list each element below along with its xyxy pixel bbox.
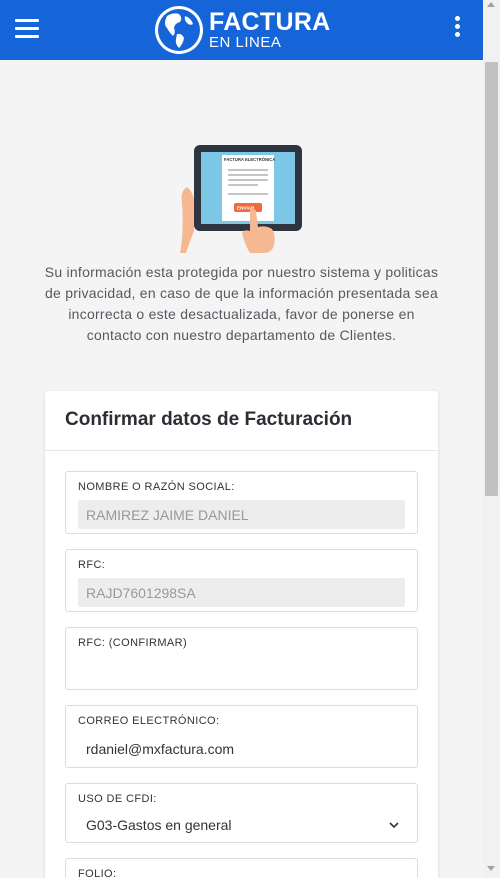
rfc-input[interactable] — [78, 578, 405, 607]
scroll-down-arrow-icon[interactable] — [487, 866, 495, 871]
logo-subtitle: EN LINEA — [209, 34, 282, 51]
vertical-ellipsis-icon[interactable] — [452, 16, 462, 40]
illustration-doc-title: FACTURA ELECTRÓNICA — [224, 157, 275, 162]
folio-label: FOLIO: — [78, 868, 117, 878]
rfc-label: RFC: — [78, 559, 106, 571]
field-razon-social: NOMBRE O RAZÓN SOCIAL: — [65, 471, 418, 534]
billing-confirm-card: Confirmar datos de Facturación NOMBRE O … — [45, 391, 438, 878]
razon-social-input[interactable] — [78, 500, 405, 529]
scroll-thumb[interactable] — [485, 62, 498, 496]
field-rfc-confirm: RFC: (CONFIRMAR) — [65, 627, 418, 690]
rfc-confirm-input[interactable] — [78, 656, 405, 685]
tablet-illustration: FACTURA ELECTRÓNICA ENVIAR — [180, 145, 302, 253]
field-rfc: RFC: — [65, 549, 418, 612]
scroll-up-arrow-icon[interactable] — [487, 2, 495, 7]
field-email: CORREO ELECTRÓNICO: — [65, 705, 418, 768]
scrollbar[interactable] — [483, 0, 500, 878]
app-header: FACTURA EN LINEA — [0, 0, 483, 60]
razon-social-label: NOMBRE O RAZÓN SOCIAL: — [78, 481, 235, 493]
privacy-notice: Su información esta protegida por nuestr… — [44, 264, 439, 343]
hamburger-menu-icon[interactable] — [15, 19, 39, 39]
uso-cfdi-label: USO DE CFDI: — [78, 793, 157, 805]
email-label: CORREO ELECTRÓNICO: — [78, 715, 220, 727]
email-input[interactable] — [78, 734, 405, 763]
logo[interactable]: FACTURA EN LINEA — [153, 3, 331, 57]
chevron-down-icon — [389, 822, 399, 829]
field-uso-cfdi: USO DE CFDI: G03-Gastos en general — [65, 783, 418, 843]
uso-cfdi-select[interactable]: G03-Gastos en general — [78, 812, 405, 841]
field-folio: FOLIO: — [65, 858, 418, 878]
globe-icon — [155, 6, 203, 54]
card-title: Confirmar datos de Facturación — [45, 391, 438, 451]
rfc-confirm-label: RFC: (CONFIRMAR) — [78, 637, 188, 649]
uso-cfdi-selected-value: G03-Gastos en general — [86, 817, 232, 833]
logo-title: FACTURA — [209, 8, 331, 36]
